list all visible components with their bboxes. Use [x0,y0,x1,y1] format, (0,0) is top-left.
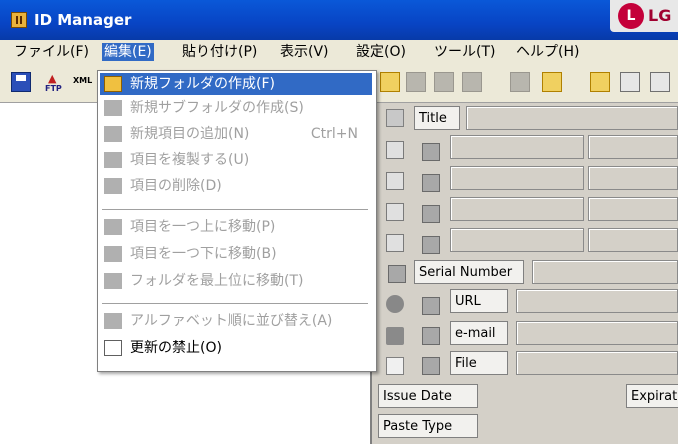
password-icon [422,174,440,192]
security-icon[interactable] [590,72,610,92]
copy-icon[interactable] [386,141,404,159]
lg-logo-text: LG [648,6,672,25]
menu-help[interactable]: ヘルプ(H) [514,43,581,61]
email-field[interactable] [516,321,678,345]
menu-item-duplicate: 項目を複製する(U) [100,149,372,171]
xml-export-icon[interactable]: XML [73,76,93,96]
menu-item-move-up: 項目を一つ上に移動(P) [100,216,372,238]
edit-menu-dropdown: 新規フォルダの作成(F) 新規サブフォルダの作成(S) 新規項目の追加(N) C… [97,70,377,372]
field-3[interactable] [450,197,584,221]
menu-separator [102,303,368,304]
menu-item-lock-update[interactable]: 更新の禁止(O) [100,337,372,359]
duplicate-icon [104,152,122,168]
lg-logo-circle: L [618,3,644,29]
expiration-label: Expirat [626,384,678,408]
new-subfolder-icon [406,72,426,92]
url-field[interactable] [516,289,678,313]
serial-number-field[interactable] [532,260,678,284]
issue-date-label: Issue Date [378,384,478,408]
detail-pane: Title Serial Number URL e-mail File Issu… [372,103,678,444]
menu-item-move-top: フォルダを最上位に移動(T) [100,270,372,292]
field-4[interactable] [450,228,584,252]
field-3b[interactable] [588,197,678,221]
menu-settings[interactable]: 設定(O) [354,43,408,61]
menu-file[interactable]: ファイル(F) [12,43,91,61]
title-field[interactable] [466,106,678,130]
delete-icon [104,178,122,194]
email-label: e-mail [450,321,508,345]
serial-number-label: Serial Number [414,260,524,284]
file-icon[interactable] [386,357,404,375]
app-icon [11,12,27,28]
info-icon [422,236,440,254]
window-icon[interactable] [620,72,640,92]
paste-type-label: Paste Type [378,414,478,438]
menu-item-new-subfolder: 新規サブフォルダの作成(S) [100,97,372,119]
menu-view[interactable]: 表示(V) [278,43,331,61]
save-icon[interactable] [11,72,31,92]
folder-top-icon [104,273,122,289]
menu-item-new-item: 新規項目の追加(N) Ctrl+N [100,123,372,145]
menu-item-move-down: 項目を一つ下に移動(B) [100,243,372,265]
mail-icon[interactable] [386,327,404,345]
menu-bar: ファイル(F) 編集(E) 貼り付け(P) 表示(V) 設定(O) ツール(T)… [0,40,678,64]
info-icon [422,205,440,223]
field-4b[interactable] [588,228,678,252]
move-icon [510,72,530,92]
new-item-icon [434,72,454,92]
copy-icon[interactable] [386,234,404,252]
menu-separator [102,209,368,210]
css-icon[interactable] [650,72,670,92]
copy-icon[interactable] [386,172,404,190]
menu-paste[interactable]: 貼り付け(P) [180,43,259,61]
menu-edit[interactable]: 編集(E) [102,43,154,61]
arrow-down-icon [104,246,122,262]
field-1[interactable] [450,135,584,159]
lg-logo: L LG [610,0,678,32]
field-2b[interactable] [588,166,678,190]
subfolder-icon [104,100,122,116]
field-2[interactable] [450,166,584,190]
title-bar: ID Manager L LG [0,0,678,40]
serial-icon [388,265,406,283]
sort-icon [104,313,122,329]
new-item-shortcut: Ctrl+N [310,126,358,142]
lock-update-icon [104,340,122,356]
window-title: ID Manager [34,11,132,29]
menu-item-sort-alpha: アルファベット順に並び替え(A) [100,310,372,332]
url-small-icon [422,297,440,315]
new-item-icon [104,126,122,142]
title-icon [386,109,404,127]
file-label: File [450,351,508,375]
globe-icon[interactable] [386,295,404,313]
url-label: URL [450,289,508,313]
email-small-icon [422,327,440,345]
new-folder-icon [104,76,122,92]
copy-icon[interactable] [386,203,404,221]
menu-item-new-folder[interactable]: 新規フォルダの作成(F) [100,73,372,95]
file-field[interactable] [516,351,678,375]
title-label: Title [414,106,460,130]
new-folder-icon[interactable] [380,72,400,92]
copy-item-icon [462,72,482,92]
lock-icon[interactable] [542,72,562,92]
arrow-up-icon [104,219,122,235]
field-1b[interactable] [588,135,678,159]
ftp-upload-icon[interactable]: ▲ FTP [43,72,63,93]
file-small-icon [422,357,440,375]
menu-item-delete: 項目の削除(D) [100,175,372,197]
id-icon [422,143,440,161]
menu-tools[interactable]: ツール(T) [432,43,497,61]
